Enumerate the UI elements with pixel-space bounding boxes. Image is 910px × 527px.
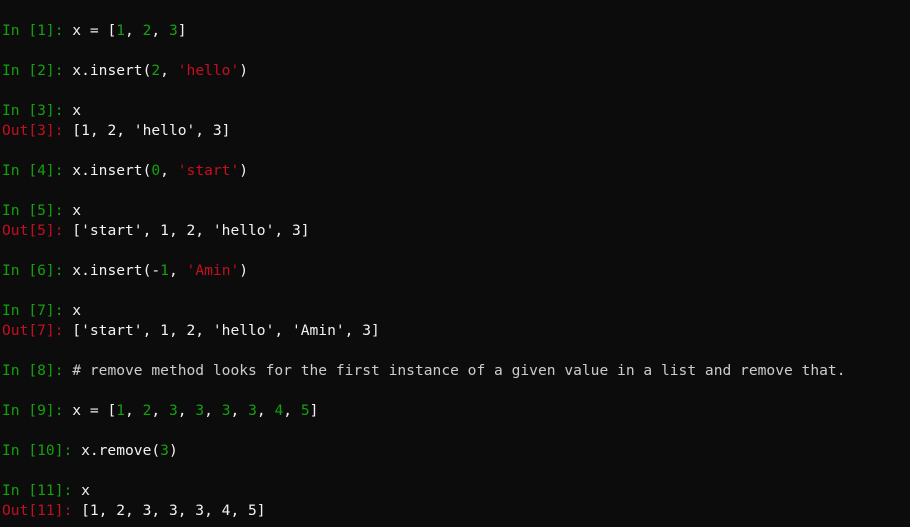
code-text: )	[239, 162, 249, 179]
code-text: x	[72, 202, 82, 219]
number-literal: 3	[248, 402, 257, 419]
code-comment: # remove method looks for the first inst…	[72, 362, 846, 379]
string-literal: 'hello'	[177, 62, 240, 79]
code-text: ,	[230, 402, 249, 419]
code-text: x = [	[72, 22, 117, 39]
in-prompt: In [7]:	[2, 302, 73, 319]
string-literal: 'Amin'	[186, 262, 240, 279]
number-literal: 3	[168, 402, 178, 419]
code-text: x.insert(-	[72, 262, 161, 279]
number-literal: 3	[195, 402, 205, 419]
code-text: )	[239, 262, 249, 279]
code-text: x.insert(	[72, 62, 152, 79]
in-prompt: In [10]:	[2, 442, 82, 459]
string-literal: 'start'	[177, 162, 240, 179]
in-prompt: In [1]:	[2, 22, 73, 39]
out-prompt: Out[3]:	[2, 122, 73, 139]
in-prompt: In [4]:	[2, 162, 73, 179]
code-text: x.insert(	[72, 162, 152, 179]
code-text: [1, 2, 'hello', 3]	[72, 122, 231, 139]
input-line: In [2]: x.insert(2, 'hello')	[2, 61, 248, 81]
code-text: ,	[160, 162, 178, 179]
in-prompt: In [3]:	[2, 102, 73, 119]
number-literal: 3	[160, 442, 169, 459]
code-text: x = [	[72, 402, 117, 419]
code-text: ,	[204, 402, 222, 419]
code-text: ,	[160, 62, 178, 79]
input-line: In [1]: x = [1, 2, 3]	[2, 21, 187, 41]
code-text: ]	[309, 402, 319, 419]
ipython-console[interactable]: In [1]: x = [1, 2, 3] In [2]: x.insert(2,…	[0, 0, 910, 527]
code-text: ,	[151, 22, 169, 39]
number-literal: 0	[151, 162, 161, 179]
input-line: In [3]: x	[2, 101, 81, 121]
number-literal: 3	[168, 22, 178, 39]
input-line: In [8]: # remove method looks for the fi…	[2, 361, 845, 381]
code-text: x	[81, 482, 90, 499]
in-prompt: In [5]:	[2, 202, 73, 219]
code-text: ,	[283, 402, 301, 419]
code-text: ['start', 1, 2, 'hello', 3]	[72, 222, 310, 239]
number-literal: 1	[116, 22, 126, 39]
out-prompt: Out[11]:	[2, 502, 82, 519]
input-line: In [5]: x	[2, 201, 81, 221]
code-text: ,	[256, 402, 275, 419]
input-line: In [10]: x.remove(3)	[2, 441, 178, 461]
in-prompt: In [2]:	[2, 62, 73, 79]
code-text: ,	[151, 402, 169, 419]
input-line: In [6]: x.insert(-1, 'Amin')	[2, 261, 248, 281]
number-literal: 3	[221, 402, 231, 419]
code-text: ,	[177, 402, 196, 419]
code-text: ,	[125, 402, 143, 419]
output-line: Out[7]: ['start', 1, 2, 'hello', 'Amin',…	[2, 321, 380, 341]
input-line: In [7]: x	[2, 301, 81, 321]
input-line: In [4]: x.insert(0, 'start')	[2, 161, 248, 181]
input-line: In [9]: x = [1, 2, 3, 3, 3, 3, 4, 5]	[2, 401, 318, 421]
code-text: )	[239, 62, 249, 79]
in-prompt: In [11]:	[2, 482, 82, 499]
input-line: In [11]: x	[2, 481, 90, 501]
code-text: x.remove(	[81, 442, 161, 459]
output-line: Out[5]: ['start', 1, 2, 'hello', 3]	[2, 221, 310, 241]
number-literal: 2	[151, 62, 161, 79]
code-text: ,	[168, 262, 187, 279]
code-text: ,	[125, 22, 143, 39]
in-prompt: In [9]:	[2, 402, 73, 419]
number-literal: 5	[300, 402, 310, 419]
out-prompt: Out[7]:	[2, 322, 73, 339]
code-text: ['start', 1, 2, 'hello', 'Amin', 3]	[72, 322, 380, 339]
code-text: x	[72, 102, 82, 119]
output-line: Out[3]: [1, 2, 'hello', 3]	[2, 121, 230, 141]
output-line: Out[11]: [1, 2, 3, 3, 3, 4, 5]	[2, 501, 266, 521]
number-literal: 1	[116, 402, 126, 419]
code-text: x	[72, 302, 82, 319]
code-text: )	[168, 442, 178, 459]
code-text: ]	[177, 22, 187, 39]
in-prompt: In [6]:	[2, 262, 73, 279]
in-prompt: In [8]:	[2, 362, 73, 379]
out-prompt: Out[5]:	[2, 222, 73, 239]
code-text: [1, 2, 3, 3, 3, 4, 5]	[81, 502, 266, 519]
number-literal: 4	[274, 402, 284, 419]
number-literal: 1	[160, 262, 169, 279]
